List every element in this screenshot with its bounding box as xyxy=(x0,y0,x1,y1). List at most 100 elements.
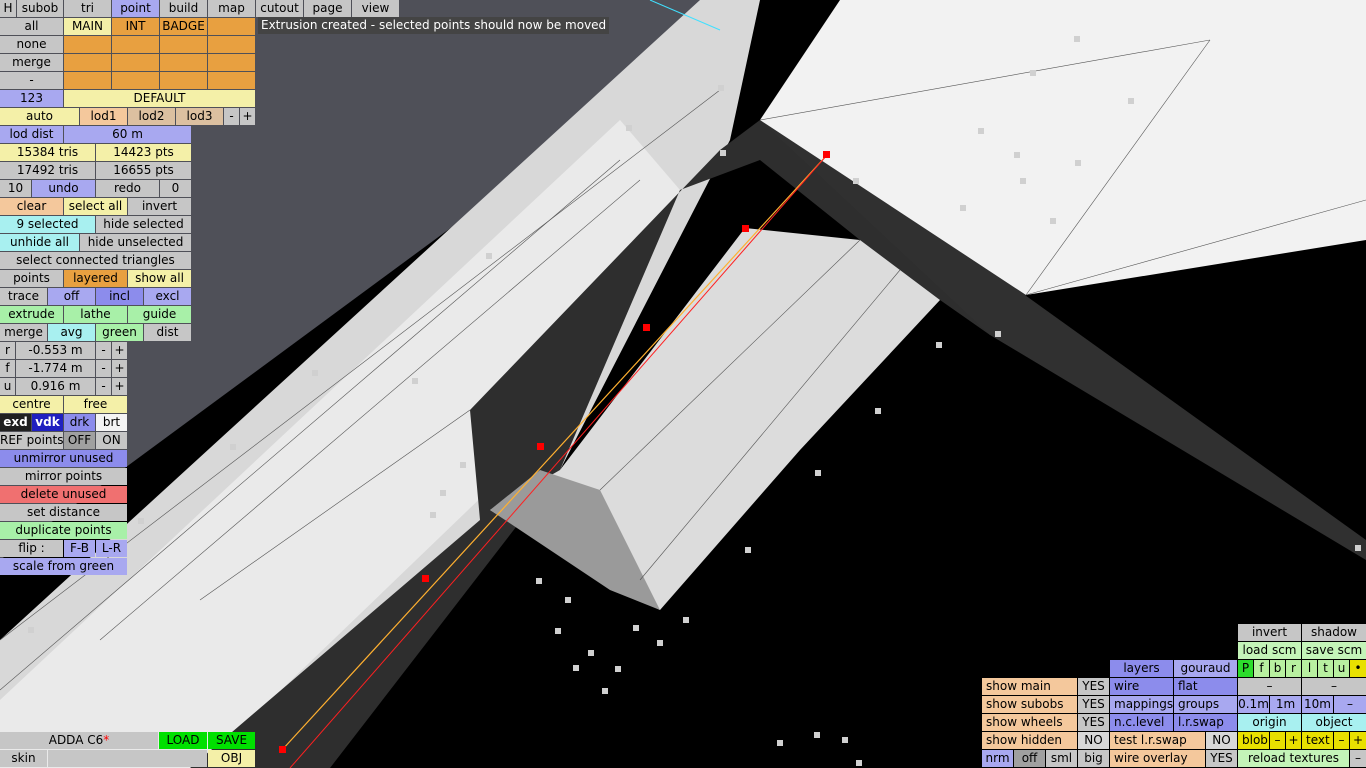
wire-overlay-toggle[interactable]: wire overlay xyxy=(1110,750,1205,767)
trace-off-button[interactable]: off xyxy=(48,288,95,305)
group-none-button[interactable]: none xyxy=(0,36,63,53)
select-all-button[interactable]: select all xyxy=(64,198,127,215)
obj-button[interactable]: OBJ xyxy=(208,750,255,767)
view-f-button[interactable]: f xyxy=(1254,660,1269,677)
lod-minus-button[interactable]: - xyxy=(224,108,239,125)
group-main-button[interactable]: MAIN xyxy=(64,18,111,35)
load-button[interactable]: LOAD xyxy=(159,732,207,749)
menu-cutout[interactable]: cutout xyxy=(256,0,303,17)
wire-button[interactable]: wire xyxy=(1110,678,1173,695)
group-slot[interactable] xyxy=(64,36,111,53)
lod3-button[interactable]: lod3 xyxy=(176,108,223,125)
group-slot[interactable] xyxy=(208,72,255,89)
flip-fb-button[interactable]: F-B xyxy=(64,540,95,557)
view-u-button[interactable]: u xyxy=(1334,660,1349,677)
flat-button[interactable]: flat xyxy=(1174,678,1237,695)
blob-plus-button[interactable]: + xyxy=(1286,732,1301,749)
show-wheels-toggle[interactable]: show wheels xyxy=(982,714,1077,731)
delete-unused-button[interactable]: delete unused xyxy=(0,486,127,503)
lod-dist-label[interactable]: lod dist xyxy=(0,126,63,143)
view-b-button[interactable]: b xyxy=(1270,660,1285,677)
group-badge-button[interactable]: BADGE xyxy=(160,18,207,35)
points-mode-button[interactable]: points xyxy=(0,270,63,287)
menu-build[interactable]: build xyxy=(160,0,207,17)
groups-button[interactable]: groups xyxy=(1174,696,1237,713)
skin-button[interactable]: skin xyxy=(0,750,47,767)
u-coord-value[interactable]: 0.916 m xyxy=(16,378,95,395)
mappings-button[interactable]: mappings xyxy=(1110,696,1173,713)
clear-selection-button[interactable]: clear xyxy=(0,198,63,215)
trace-excl-button[interactable]: excl xyxy=(144,288,191,305)
lod-number[interactable]: 123 xyxy=(0,90,63,107)
mirror-points-button[interactable]: mirror points xyxy=(0,468,127,485)
view-p-button[interactable]: P xyxy=(1238,660,1253,677)
lod-default-button[interactable]: DEFAULT xyxy=(64,90,255,107)
layers-button[interactable]: layers xyxy=(1110,660,1173,677)
menu-subob[interactable]: subob xyxy=(17,0,63,17)
exd-button[interactable]: exd xyxy=(0,414,31,431)
unmirror-unused-button[interactable]: unmirror unused xyxy=(0,450,127,467)
green-button[interactable]: green xyxy=(96,324,143,341)
group-slot[interactable] xyxy=(160,54,207,71)
scale-1m-button[interactable]: 1m xyxy=(1270,696,1301,713)
extrude-button[interactable]: extrude xyxy=(0,306,63,323)
f-minus-button[interactable]: - xyxy=(96,360,111,377)
hide-selected-button[interactable]: hide selected xyxy=(96,216,191,233)
reload-textures-button[interactable]: reload textures xyxy=(1238,750,1349,767)
text-button[interactable]: text xyxy=(1302,732,1333,749)
skin-field[interactable] xyxy=(48,750,207,767)
test-lr-swap-no[interactable]: NO xyxy=(1206,732,1237,749)
group-slot[interactable] xyxy=(112,72,159,89)
menu-tri[interactable]: tri xyxy=(64,0,111,17)
group-int-button[interactable]: INT xyxy=(112,18,159,35)
select-connected-button[interactable]: select connected triangles xyxy=(0,252,191,269)
lod-dist-value[interactable]: 60 m xyxy=(64,126,191,143)
menu-point[interactable]: point xyxy=(112,0,159,17)
wire-overlay-yes[interactable]: YES xyxy=(1206,750,1237,767)
text-minus-button[interactable]: – xyxy=(1334,732,1349,749)
show-main-toggle[interactable]: show main xyxy=(982,678,1077,695)
vdk-button[interactable]: vdk xyxy=(32,414,63,431)
menu-map[interactable]: map xyxy=(208,0,255,17)
group-slot[interactable] xyxy=(112,36,159,53)
blob-button[interactable]: blob xyxy=(1238,732,1269,749)
u-minus-button[interactable]: - xyxy=(96,378,111,395)
group-slot[interactable] xyxy=(64,72,111,89)
layered-button[interactable]: layered xyxy=(64,270,127,287)
off-button[interactable]: off xyxy=(1014,750,1045,767)
gouraud-button[interactable]: gouraud xyxy=(1174,660,1237,677)
show-main-yes[interactable]: YES xyxy=(1078,678,1109,695)
reload-minus-button[interactable]: – xyxy=(1350,750,1366,767)
guide-button[interactable]: guide xyxy=(128,306,191,323)
show-subobs-yes[interactable]: YES xyxy=(1078,696,1109,713)
view-l-button[interactable]: l xyxy=(1302,660,1317,677)
scale-minus-button[interactable]: – xyxy=(1334,696,1366,713)
merge-points-button[interactable]: merge xyxy=(0,324,47,341)
test-lr-swap-toggle[interactable]: test l.r.swap xyxy=(1110,732,1205,749)
invert-selection-button[interactable]: invert xyxy=(128,198,191,215)
show-hidden-no[interactable]: NO xyxy=(1078,732,1109,749)
lr-swap-button[interactable]: l.r.swap xyxy=(1174,714,1237,731)
trace-button[interactable]: trace xyxy=(0,288,47,305)
group-slot[interactable] xyxy=(160,72,207,89)
group-slot[interactable] xyxy=(208,36,255,53)
blob-minus-button[interactable]: – xyxy=(1270,732,1285,749)
group-slot[interactable] xyxy=(64,54,111,71)
view-dash-left[interactable]: – xyxy=(1238,678,1301,695)
text-plus-button[interactable]: + xyxy=(1350,732,1366,749)
undo-button[interactable]: undo xyxy=(32,180,95,197)
avg-button[interactable]: avg xyxy=(48,324,95,341)
centre-button[interactable]: centre xyxy=(0,396,63,413)
dist-button[interactable]: dist xyxy=(144,324,191,341)
nc-level-button[interactable]: n.c.level xyxy=(1110,714,1173,731)
menu-view[interactable]: view xyxy=(352,0,399,17)
show-hidden-toggle[interactable]: show hidden xyxy=(982,732,1077,749)
set-distance-button[interactable]: set distance xyxy=(0,504,127,521)
group-slot[interactable] xyxy=(208,54,255,71)
lathe-button[interactable]: lathe xyxy=(64,306,127,323)
big-button[interactable]: big xyxy=(1078,750,1109,767)
origin-button[interactable]: origin xyxy=(1238,714,1301,731)
f-plus-button[interactable]: + xyxy=(112,360,127,377)
brt-button[interactable]: brt xyxy=(96,414,127,431)
ref-off-button[interactable]: OFF xyxy=(64,432,95,449)
